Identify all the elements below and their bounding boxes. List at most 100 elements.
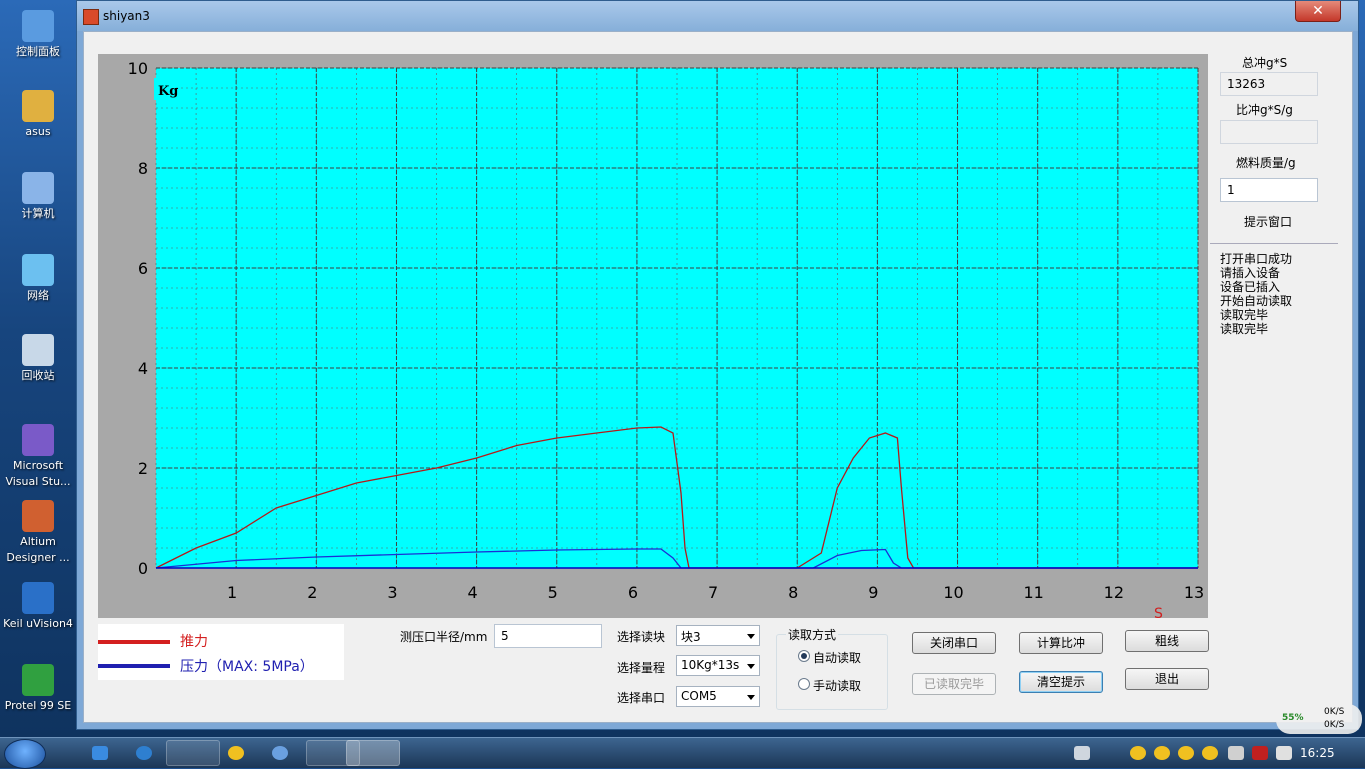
desktop-icon-label: Microsoft Visual Stu...: [5, 459, 71, 488]
desktop-icon-label: 回收站: [21, 369, 55, 382]
read-done-button[interactable]: 已读取完毕: [912, 673, 996, 695]
window-title: shiyan3: [103, 9, 150, 23]
taskbar: 16:25: [0, 737, 1365, 769]
desktop-icon-label: asus: [25, 125, 51, 138]
hint-window-title: 提示窗口: [1244, 215, 1293, 229]
title-bar[interactable]: shiyan3 ✕: [77, 1, 1358, 31]
taskbar-shiyan3[interactable]: [346, 740, 400, 766]
total-impulse-field: 13263: [1220, 72, 1318, 96]
x-tick-label: 11: [1024, 583, 1044, 602]
y-axis-label: Kg: [158, 84, 178, 99]
block-select-value: 块3: [681, 630, 701, 644]
volume-icon[interactable]: [1276, 746, 1292, 760]
desktop-icon[interactable]: Keil uVision4: [0, 582, 76, 632]
qq-tray-icon[interactable]: [1130, 746, 1146, 760]
control-panel-icon: [22, 10, 54, 42]
close-port-button[interactable]: 关闭串口: [912, 632, 996, 654]
qq-tray-icon[interactable]: [1154, 746, 1170, 760]
recycle-bin-icon: [22, 334, 54, 366]
battery-icon[interactable]: [1228, 746, 1244, 760]
keyboard-icon[interactable]: [1074, 746, 1090, 760]
media-icon[interactable]: [272, 746, 288, 760]
x-tick-label: 10: [943, 583, 963, 602]
desktop-icon[interactable]: 控制面板: [0, 10, 76, 60]
fuel-mass-label: 燃料质量/g: [1236, 156, 1296, 170]
y-tick-label: 2: [138, 459, 148, 478]
qq-tray-icon[interactable]: [1178, 746, 1194, 760]
legend-pressure-swatch: [98, 664, 170, 668]
computer-icon: [22, 172, 54, 204]
qq-tray-icon[interactable]: [1202, 746, 1218, 760]
legend-pressure-label: 压力（MAX: 5MPa）: [180, 659, 314, 675]
list-item: 打开串口成功: [1220, 252, 1293, 266]
fuel-mass-input[interactable]: 1: [1220, 178, 1318, 202]
chart: 02468101 2 3 4 5 6 7 8 9 10 11 12 13KgS: [128, 59, 1205, 618]
list-item: 读取完毕: [1220, 308, 1269, 322]
desktop-icon[interactable]: Protel 99 SE: [0, 664, 76, 714]
taskbar-sogou[interactable]: [166, 740, 220, 766]
ie-icon[interactable]: [92, 746, 108, 760]
range-select[interactable]: 10Kg*13s: [676, 655, 760, 676]
list-item: 请插入设备: [1220, 266, 1281, 280]
close-button[interactable]: ✕: [1295, 1, 1341, 22]
block-select[interactable]: 块3: [676, 625, 760, 646]
hint-message-list: 打开串口成功 请插入设备 设备已插入 开始自动读取 读取完毕 读取完毕: [1220, 252, 1292, 336]
visual-studio-icon: [22, 424, 54, 456]
auto-read-radio[interactable]: [798, 650, 810, 662]
qq-icon[interactable]: [228, 746, 244, 760]
x-tick-label: 12: [1104, 583, 1124, 602]
desktop-icon[interactable]: 回收站: [0, 334, 76, 384]
y-tick-label: 4: [138, 359, 148, 378]
exit-button[interactable]: 退出: [1125, 668, 1209, 690]
network-icon: [22, 254, 54, 286]
legend-thrust-swatch: [98, 640, 170, 644]
auto-read-label[interactable]: 自动读取: [813, 649, 861, 666]
start-button[interactable]: [4, 739, 46, 769]
chevron-down-icon: [747, 664, 755, 669]
x-tick-label: 2: [307, 583, 317, 602]
total-impulse-label: 总冲g*S: [1242, 56, 1288, 70]
desktop-icon[interactable]: 网络: [0, 254, 76, 304]
manual-read-label[interactable]: 手动读取: [813, 677, 861, 694]
altium-icon: [22, 500, 54, 532]
shield-icon[interactable]: [1252, 746, 1268, 760]
port-select[interactable]: COM5: [676, 686, 760, 707]
manual-read-radio[interactable]: [798, 678, 810, 690]
legend: 推力 压力（MAX: 5MPa）: [98, 624, 344, 680]
desktop-icon-label: Keil uVision4: [3, 617, 73, 630]
radius-input[interactable]: 5: [494, 624, 602, 648]
desktop-icon[interactable]: Altium Designer ...: [0, 500, 76, 566]
calc-impulse-button[interactable]: 计算比冲: [1019, 632, 1103, 654]
x-tick-label: 8: [788, 583, 798, 602]
x-axis-label: S: [1154, 606, 1163, 618]
clear-hint-button[interactable]: 清空提示: [1019, 671, 1103, 693]
range-label: 选择量程: [617, 661, 666, 675]
port-label: 选择串口: [617, 691, 666, 705]
clock[interactable]: 16:25: [1300, 746, 1335, 760]
user-folder-icon: [22, 90, 54, 122]
x-tick-label: 3: [387, 583, 397, 602]
network-speed-widget[interactable]: 55% 0K/S 0K/S: [1276, 704, 1362, 734]
x-tick-label: 5: [548, 583, 558, 602]
list-item: 开始自动读取: [1220, 294, 1293, 308]
k-app-icon[interactable]: [136, 746, 152, 760]
chart-panel: 0 2 4 6 8 10 1 2 3 4 5 6 7 8 9 10 11 12 13 Kg S: [98, 54, 1208, 618]
y-tick-label: 8: [138, 159, 148, 178]
desktop-icon[interactable]: asus: [0, 90, 76, 140]
port-select-value: COM5: [681, 689, 717, 703]
desktop-icon[interactable]: 计算机: [0, 172, 76, 222]
thick-line-button[interactable]: 粗线: [1125, 630, 1209, 652]
x-tick-label: 6: [628, 583, 638, 602]
desktop-icon-label: 网络: [27, 289, 49, 302]
desktop-icon-label: 计算机: [21, 207, 55, 220]
desktop-icon[interactable]: Microsoft Visual Stu...: [0, 424, 76, 490]
x-tick-label: 7: [708, 583, 718, 602]
app-icon: [83, 9, 99, 25]
range-select-value: 10Kg*13s: [681, 658, 740, 672]
divider: [1210, 243, 1338, 244]
chevron-down-icon: [747, 634, 755, 639]
app-window: shiyan3 ✕ 0 2 4 6 8 10 1 2 3 4 5 6 7 8 9 10 11 12 13 Kg S 推力…: [76, 0, 1359, 730]
specific-impulse-field: [1220, 120, 1318, 144]
block-label: 选择读块: [617, 630, 666, 644]
read-mode-title: 读取方式: [786, 626, 839, 643]
